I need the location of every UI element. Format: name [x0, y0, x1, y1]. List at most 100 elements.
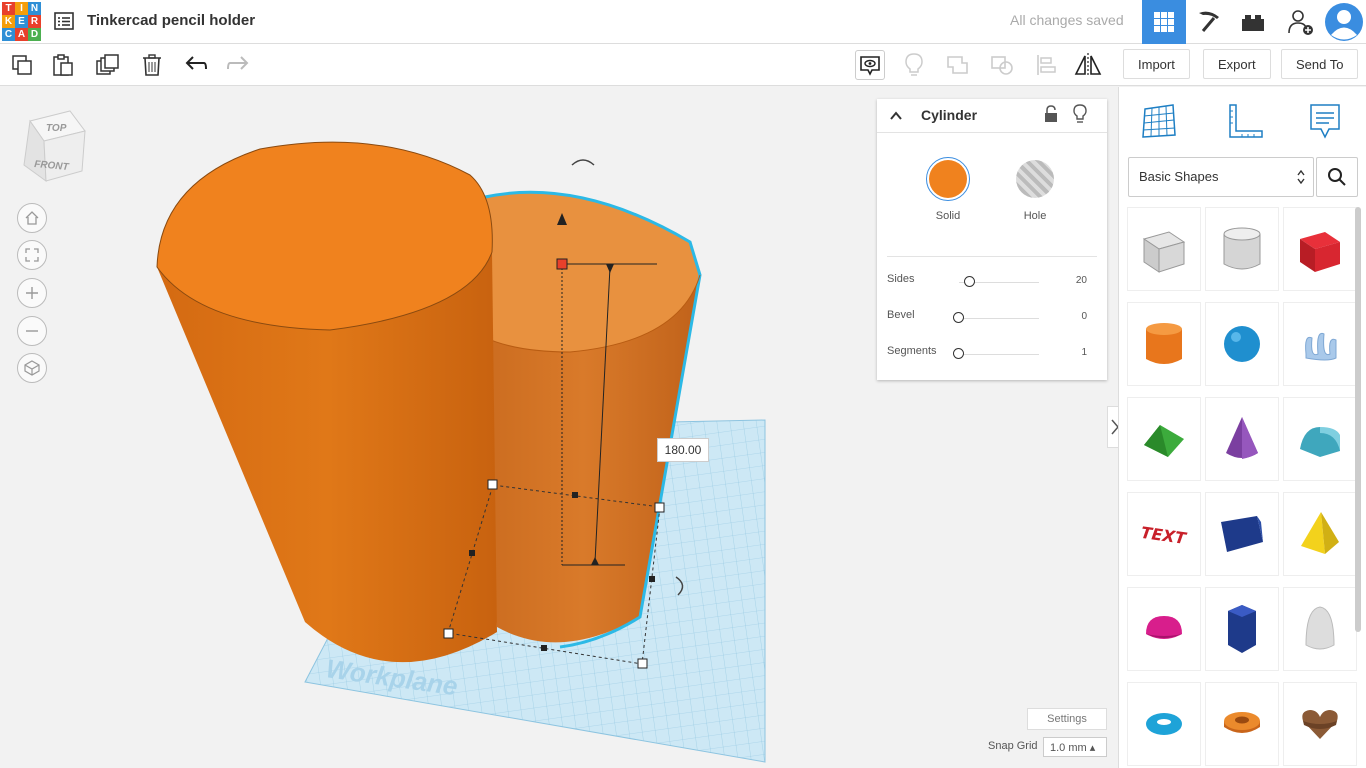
zoom-out-button[interactable] — [17, 316, 47, 346]
slider-track[interactable] — [959, 354, 1039, 355]
user-avatar[interactable] — [1322, 0, 1366, 44]
shape-half-sphere[interactable] — [1127, 587, 1201, 671]
shape-roof[interactable] — [1127, 397, 1201, 481]
invite-user-button[interactable] — [1279, 0, 1323, 44]
shape-cylinder-hole[interactable] — [1205, 207, 1279, 291]
top-bar: T I N K E R C A D Tinkercad pencil holde… — [0, 0, 1366, 44]
home-view-button[interactable] — [17, 203, 47, 233]
align-button[interactable] — [1031, 50, 1061, 80]
snap-grid-select[interactable]: 1.0 mm ▴ — [1043, 737, 1107, 757]
shape-round-roof[interactable] — [1283, 397, 1357, 481]
property-value[interactable]: 20 — [1076, 275, 1087, 286]
design-title[interactable]: Tinkercad pencil holder — [87, 12, 255, 29]
shape-polygon[interactable] — [1205, 587, 1279, 671]
segments-slider[interactable] — [953, 348, 964, 359]
shape-category-select[interactable]: Basic Shapes — [1128, 157, 1314, 197]
import-button[interactable]: Import — [1123, 49, 1190, 79]
view-cube[interactable]: TOP FRONT — [22, 109, 88, 183]
export-button[interactable]: Export — [1203, 49, 1271, 79]
lightbulb-icon[interactable] — [1073, 104, 1087, 124]
mirror-button[interactable] — [1073, 50, 1103, 80]
shape-box-hole[interactable] — [1127, 207, 1201, 291]
projection-button[interactable] — [17, 353, 47, 383]
height-value-label[interactable]: 180.00 — [657, 438, 709, 462]
search-button[interactable] — [1316, 157, 1358, 197]
ungroup-button[interactable] — [987, 50, 1017, 80]
shape-heart[interactable] — [1283, 682, 1357, 766]
shape-cone[interactable] — [1205, 397, 1279, 481]
shape-cylinder[interactable] — [1127, 302, 1201, 386]
rotate-handle-icon[interactable] — [571, 159, 595, 166]
edge-handle[interactable] — [469, 550, 475, 556]
property-label: Bevel — [887, 309, 915, 321]
ungroup-icon — [991, 56, 1013, 75]
shape-box[interactable] — [1283, 207, 1357, 291]
zoom-in-button[interactable] — [17, 278, 47, 308]
shapes-scrollbar[interactable] — [1355, 207, 1361, 632]
corner-handle[interactable] — [654, 502, 665, 513]
ruler-tool-button[interactable] — [1222, 99, 1266, 143]
bevel-slider[interactable] — [953, 312, 964, 323]
design-list-icon[interactable] — [54, 11, 74, 31]
edge-handle[interactable] — [541, 645, 547, 651]
corner-handle[interactable] — [637, 658, 648, 669]
copy-icon — [12, 55, 32, 75]
heart-icon — [1302, 710, 1338, 739]
cube-icon — [24, 360, 40, 376]
group-button[interactable] — [943, 50, 973, 80]
avatar-icon — [1325, 3, 1363, 41]
sides-property: Sides 20 — [887, 273, 1099, 293]
shape-sphere[interactable] — [1205, 302, 1279, 386]
shape-paraboloid[interactable] — [1283, 587, 1357, 671]
cube-top-label: TOP — [46, 123, 67, 134]
scribble-icon — [1305, 332, 1337, 361]
copy-button[interactable] — [7, 50, 37, 80]
tinkercad-logo[interactable]: T I N K E R C A D — [2, 2, 41, 41]
notes-tool-button[interactable] — [1303, 99, 1347, 143]
height-handle[interactable] — [556, 258, 568, 270]
property-value[interactable]: 0 — [1081, 311, 1087, 322]
3d-design-view-button[interactable] — [1142, 0, 1186, 44]
lock-icon[interactable] — [1043, 105, 1059, 123]
shape-pyramid[interactable] — [1283, 492, 1357, 576]
paste-button[interactable] — [48, 50, 78, 80]
minecraft-view-button[interactable] — [1187, 0, 1231, 44]
paraboloid-icon — [1305, 606, 1335, 650]
trash-icon — [143, 54, 161, 76]
edge-handle[interactable] — [572, 492, 578, 498]
workplane-tool-button[interactable] — [1137, 99, 1181, 143]
redo-button[interactable] — [223, 50, 253, 80]
fit-view-button[interactable] — [17, 240, 47, 270]
save-status: All changes saved — [1010, 12, 1124, 28]
property-value[interactable]: 1 — [1081, 347, 1087, 358]
corner-handle[interactable] — [443, 628, 454, 639]
shape-scribble[interactable] — [1283, 302, 1357, 386]
send-to-button[interactable]: Send To — [1281, 49, 1359, 79]
shape-wedge[interactable] — [1205, 492, 1279, 576]
shape-tube[interactable] — [1205, 682, 1279, 766]
pencil-cylinder[interactable] — [156, 141, 497, 663]
solid-option[interactable]: Solid — [925, 157, 971, 222]
slider-track[interactable] — [959, 318, 1039, 319]
undo-button[interactable] — [181, 50, 211, 80]
notes-button[interactable] — [855, 50, 885, 80]
edge-handle[interactable] — [649, 576, 655, 582]
select-arrows-icon — [1297, 170, 1305, 184]
chevron-up-icon[interactable] — [889, 109, 903, 123]
duplicate-button[interactable] — [93, 50, 123, 80]
align-icon — [1037, 55, 1056, 75]
settings-button[interactable]: Settings — [1027, 708, 1107, 730]
shape-text[interactable]: TEXT — [1127, 492, 1201, 576]
bricks-view-button[interactable] — [1231, 0, 1275, 44]
hole-option[interactable]: Hole — [1012, 157, 1058, 222]
sphere-icon — [1224, 326, 1260, 362]
shape-torus[interactable] — [1127, 682, 1201, 766]
corner-handle[interactable] — [487, 479, 498, 490]
logo-letter: K — [2, 15, 15, 28]
delete-button[interactable] — [137, 50, 167, 80]
logo-letter: A — [15, 28, 28, 41]
light-button[interactable] — [899, 50, 929, 80]
logo-letter: N — [28, 2, 41, 15]
group-icon — [947, 56, 968, 74]
sides-slider[interactable] — [964, 276, 975, 287]
